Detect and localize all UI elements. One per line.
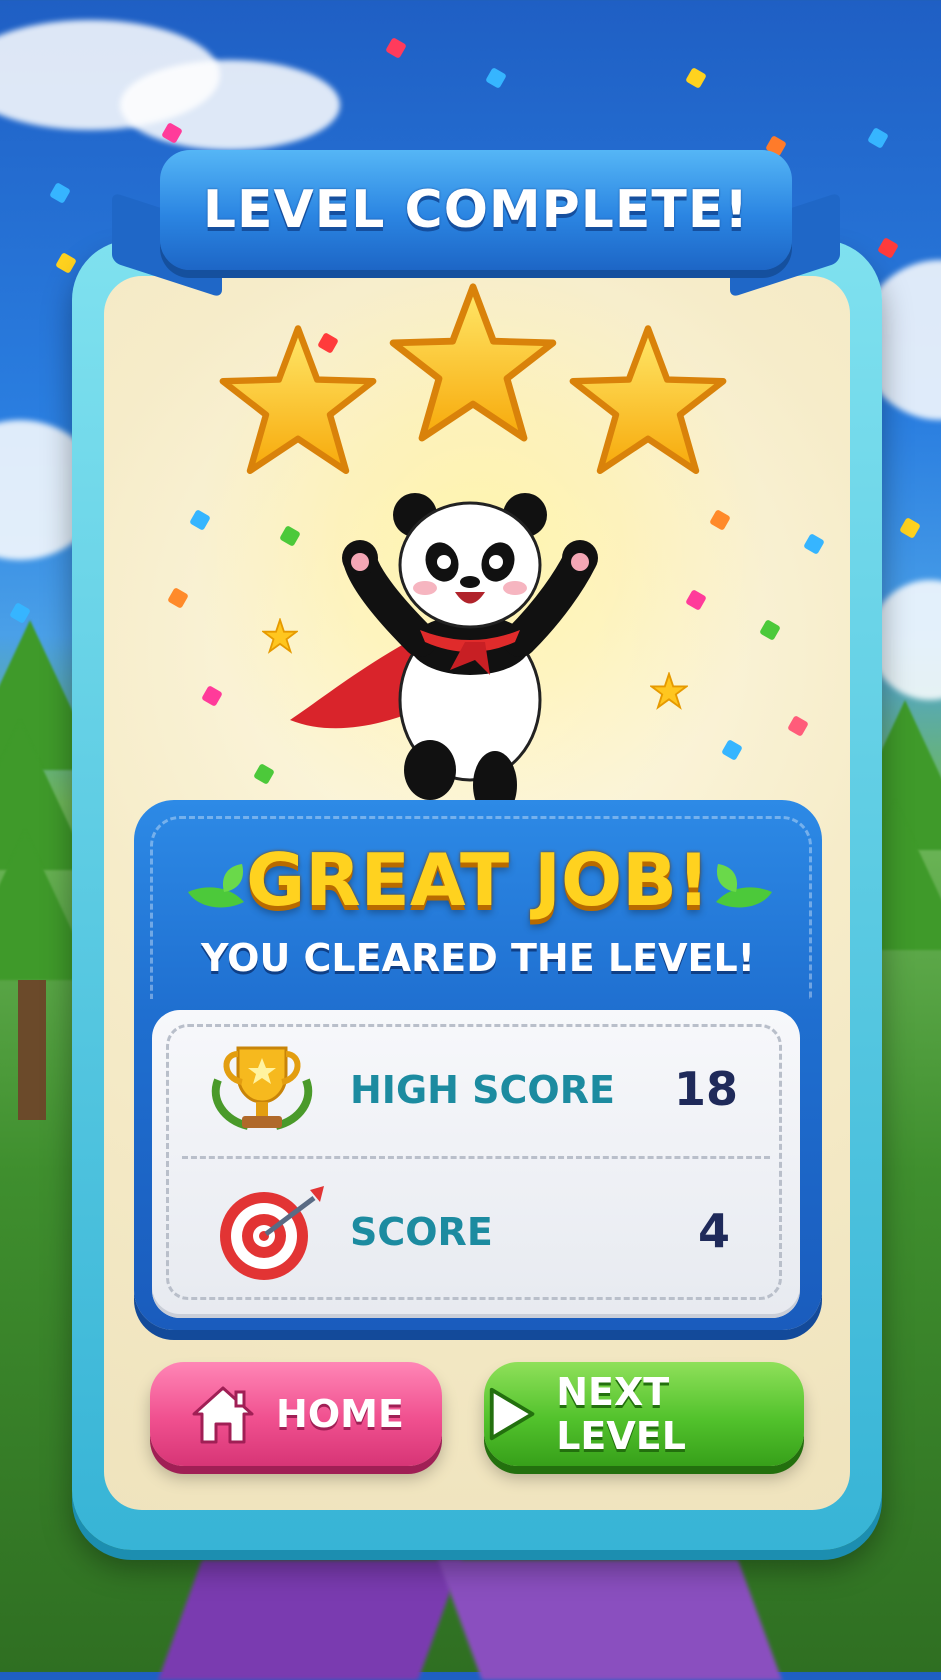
- trophy-icon: [211, 1046, 313, 1130]
- score-label: SCORE: [350, 1210, 493, 1254]
- target-icon: [220, 1186, 324, 1280]
- score-value: 4: [697, 1204, 730, 1258]
- panda-mascot: [290, 493, 598, 819]
- headline: GREAT JOB!: [246, 838, 710, 922]
- star-icon: [218, 322, 378, 482]
- home-button[interactable]: HOME: [150, 1362, 442, 1466]
- high-score-label: HIGH SCORE: [350, 1068, 615, 1112]
- next-level-button-label: NEXT LEVEL: [556, 1370, 686, 1458]
- next-level-button[interactable]: NEXT LEVEL: [484, 1362, 804, 1466]
- home-icon: [192, 1386, 254, 1444]
- sparkle-star-icon: [650, 672, 688, 710]
- play-icon: [489, 1387, 535, 1441]
- high-score-value: 18: [673, 1062, 738, 1116]
- dialog-title: LEVEL COMPLETE!: [202, 180, 750, 240]
- title-ribbon: LEVEL COMPLETE!: [160, 150, 792, 270]
- subheadline: YOU CLEARED THE LEVEL!: [200, 936, 755, 980]
- star-icon: [388, 280, 558, 450]
- home-button-label: HOME: [276, 1392, 404, 1436]
- star-icon: [568, 322, 728, 482]
- stats-divider: [182, 1156, 770, 1159]
